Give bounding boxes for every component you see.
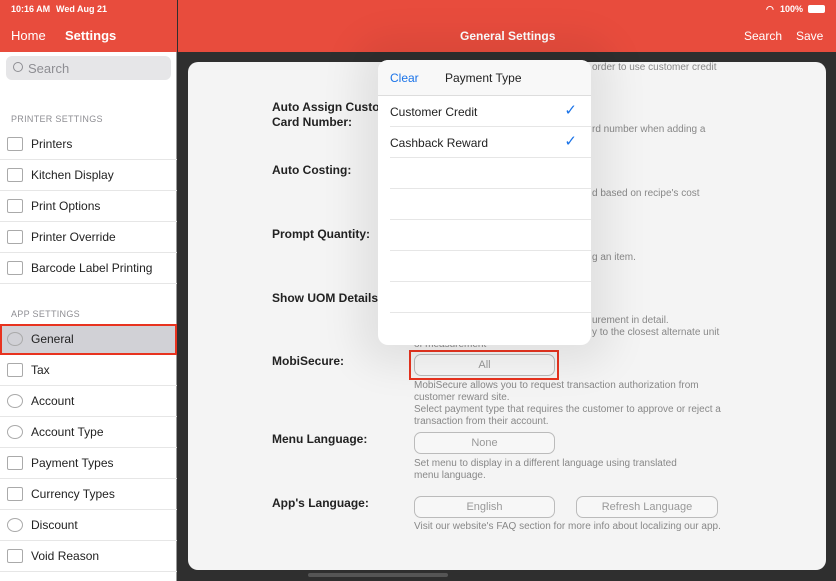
show-uom-desc: urement in detail.	[592, 315, 669, 326]
menu-language-label: Menu Language:	[272, 432, 368, 446]
payment-icon	[7, 456, 23, 470]
printer-icon	[7, 137, 23, 151]
empty-row	[390, 251, 591, 282]
checkmark-icon: ✓	[564, 102, 577, 119]
barcode-icon	[7, 261, 23, 275]
menu-language-desc-2: menu language.	[414, 470, 486, 481]
menu-language-desc: Set menu to display in a different langu…	[414, 458, 677, 469]
mobisecure-select[interactable]: All	[414, 354, 555, 376]
auto-assign-desc-top: order to use customer credit	[592, 62, 717, 73]
wifi-icon: ◠	[766, 4, 774, 14]
sidebar-item-account-type[interactable]: Account Type	[0, 417, 177, 448]
home-button[interactable]: Home	[11, 28, 46, 43]
search-button[interactable]: Search	[744, 29, 782, 43]
sidebar-item-kitchen-display[interactable]: Kitchen Display	[0, 160, 177, 191]
empty-row	[390, 189, 591, 220]
mobisecure-desc-3: Select payment type that requires the cu…	[414, 404, 721, 415]
status-date: Wed Aug 21	[56, 4, 108, 14]
empty-row	[390, 158, 591, 189]
app-language-label: App's Language:	[272, 496, 369, 510]
empty-row	[390, 282, 591, 313]
page-title: General Settings	[460, 29, 556, 43]
person-icon	[7, 394, 23, 408]
battery-level: 100%	[780, 4, 804, 14]
checkmark-icon: ✓	[564, 133, 577, 150]
option-customer-credit[interactable]: Customer Credit ✓	[390, 96, 591, 127]
menu-language-select[interactable]: None	[414, 432, 555, 454]
account-type-icon	[7, 425, 23, 439]
auto-costing-desc: d based on recipe's cost	[592, 188, 700, 199]
mobisecure-desc-4: transaction from their account.	[414, 416, 549, 427]
sidebar-header: 10:16 AM Wed Aug 21 Home Settings	[0, 0, 177, 52]
auto-assign-label-2: Card Number:	[272, 115, 353, 129]
gear-icon	[7, 332, 23, 346]
auto-assign-label: Auto Assign Custo	[272, 100, 380, 114]
empty-row	[390, 220, 591, 251]
refresh-language-button[interactable]: Refresh Language	[576, 496, 718, 518]
currency-icon	[7, 487, 23, 501]
main-header: ◠ 100% General Settings Search Save	[178, 0, 836, 52]
payment-type-popover: Clear Payment Type Customer Credit ✓ Cash…	[378, 60, 591, 345]
app-language-desc: Visit our website's FAQ section for more…	[414, 521, 721, 532]
section-app-settings: APP SETTINGS	[11, 309, 80, 319]
sidebar-item-print-options[interactable]: Print Options	[0, 191, 177, 222]
sidebar-item-account[interactable]: Account	[0, 386, 177, 417]
show-uom-desc-2: y to the closest alternate unit	[592, 327, 720, 338]
kitchen-display-icon	[7, 168, 23, 182]
sidebar-item-general[interactable]: General	[0, 324, 177, 355]
search-icon	[13, 62, 23, 72]
mobisecure-desc: MobiSecure allows you to request transac…	[414, 380, 699, 391]
show-uom-label: Show UOM Details	[272, 291, 379, 305]
sidebar-item-tax[interactable]: Tax	[0, 355, 177, 386]
search-input[interactable]: Search	[6, 56, 171, 80]
popover-header: Clear Payment Type	[378, 60, 591, 96]
auto-costing-label: Auto Costing:	[272, 163, 352, 177]
mobisecure-label: MobiSecure:	[272, 354, 345, 368]
sidebar-item-barcode-label-printing[interactable]: Barcode Label Printing	[0, 253, 177, 284]
battery-icon	[808, 5, 825, 13]
section-printer-settings: PRINTER SETTINGS	[11, 114, 103, 124]
print-options-icon	[7, 199, 23, 213]
prompt-quantity-desc: g an item.	[592, 252, 636, 263]
percent-icon	[7, 518, 23, 532]
status-time: 10:16 AM	[11, 4, 51, 14]
clear-button[interactable]: Clear	[390, 71, 419, 85]
home-indicator	[308, 573, 448, 577]
save-button[interactable]: Save	[796, 29, 823, 43]
option-cashback-reward[interactable]: Cashback Reward ✓	[390, 127, 591, 158]
auto-assign-desc: rd number when adding a	[592, 124, 706, 135]
sidebar-item-printers[interactable]: Printers	[0, 129, 177, 160]
sidebar-item-printer-override[interactable]: Printer Override	[0, 222, 177, 253]
app-language-select[interactable]: English	[414, 496, 555, 518]
sidebar-item-payment-types[interactable]: Payment Types	[0, 448, 177, 479]
sidebar-item-currency-types[interactable]: Currency Types	[0, 479, 177, 510]
tax-icon	[7, 363, 23, 377]
sidebar-item-discount[interactable]: Discount	[0, 510, 177, 541]
sidebar: Search PRINTER SETTINGS Printers Kitchen…	[0, 0, 177, 581]
popover-title: Payment Type	[445, 71, 522, 85]
void-icon	[7, 549, 23, 563]
sidebar-item-void-reason[interactable]: Void Reason	[0, 541, 177, 572]
prompt-quantity-label: Prompt Quantity:	[272, 227, 370, 241]
mobisecure-desc-2: customer reward site.	[414, 392, 510, 403]
settings-title: Settings	[65, 28, 117, 43]
document-icon	[7, 230, 23, 244]
